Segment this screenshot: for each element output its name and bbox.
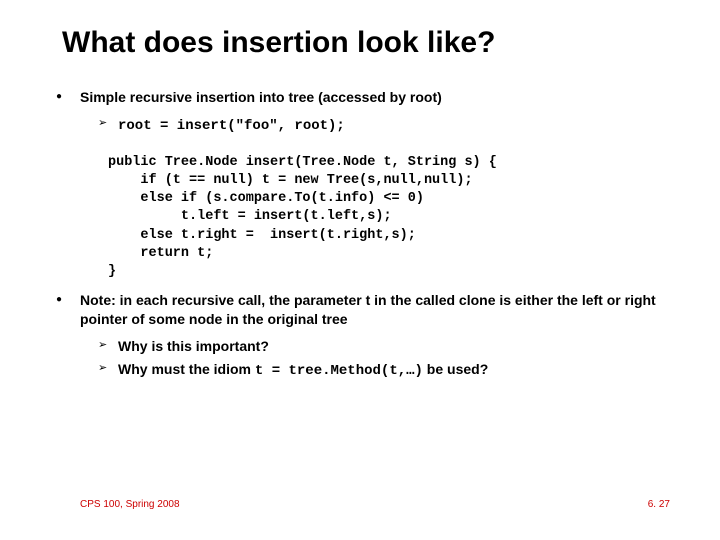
footer-course: CPS 100, Spring 2008 xyxy=(80,499,180,510)
footer-page: 6. 27 xyxy=(648,499,670,510)
bullet-note-recursive: Note: in each recursive call, the parame… xyxy=(48,291,678,329)
code-inline-root: root = insert("foo", root); xyxy=(118,118,345,134)
code-block-insert: public Tree.Node insert(Tree.Node t, Str… xyxy=(108,154,678,282)
sub-bullet-root-insert: root = insert("foo", root); xyxy=(48,115,678,136)
sub-bullet-why-idiom: Why must the idiom t = tree.Method(t,…) … xyxy=(48,360,678,381)
sub-bullet-why-important: Why is this important? xyxy=(48,337,678,356)
bullet-simple-recursive: Simple recursive insertion into tree (ac… xyxy=(48,88,678,107)
slide-content: Simple recursive insertion into tree (ac… xyxy=(48,88,678,385)
idiom-suffix: be used? xyxy=(423,361,488,377)
slide-title: What does insertion look like? xyxy=(62,26,495,60)
idiom-code: t = tree.Method(t,…) xyxy=(255,363,423,379)
slide: What does insertion look like? Simple re… xyxy=(0,0,720,540)
idiom-prefix: Why must the idiom xyxy=(118,361,255,377)
